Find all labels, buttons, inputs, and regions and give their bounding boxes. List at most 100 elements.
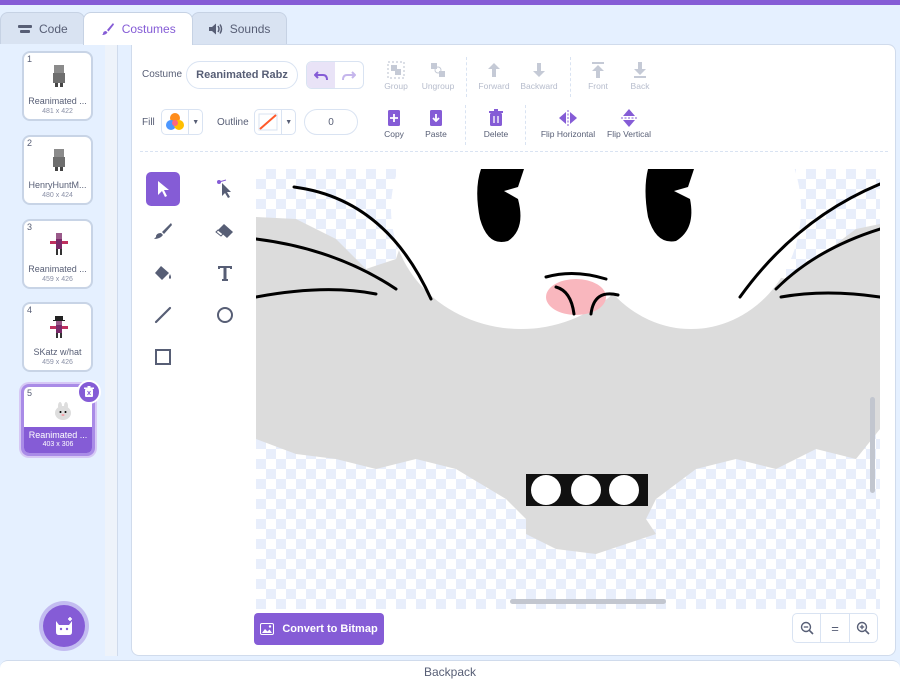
backward-label: Backward [520,81,558,91]
no-outline-icon [258,113,278,131]
tab-label: Sounds [229,21,271,36]
costume-name: Reanimated ... [28,430,88,440]
forward-label: Forward [478,81,510,91]
editor-tabs: Code Costumes Sounds [0,12,288,45]
brush-icon [154,223,172,239]
tab-costumes[interactable]: Costumes [82,12,193,45]
back-icon [634,62,646,78]
text-tool[interactable] [208,256,242,290]
circle-tool[interactable] [208,298,242,332]
canvas-horizontal-scrollbar[interactable] [510,599,666,604]
costume-name: HenryHuntM... [28,180,87,190]
trash-icon [84,386,94,397]
costume-thumbnail [50,233,68,255]
flip-vertical-icon [621,109,637,127]
costume-tile-1[interactable]: 1 Reanimated ... 481 x 422 [22,51,93,121]
costume-thumbnail [50,316,68,338]
tab-sounds[interactable]: Sounds [190,12,288,44]
fill-colors-icon [166,113,185,130]
costume-tile-3[interactable]: 3 Reanimated ... 459 x 426 [22,219,93,289]
flip-horizontal-button[interactable]: Flip Horizontal [536,107,600,145]
flip-vertical-label: Flip Vertical [607,129,651,139]
back-button[interactable]: Back [615,59,665,97]
paint-canvas[interactable] [256,169,880,609]
tab-label: Code [39,21,68,36]
costume-name: Reanimated ... [28,264,87,274]
tab-label: Costumes [121,22,176,36]
costume-size: 480 x 424 [42,192,73,199]
tab-code[interactable]: Code [0,12,85,44]
chevron-down-icon: ▼ [285,118,293,126]
redo-button[interactable] [335,62,363,88]
outline-width-input[interactable]: 0 [304,109,358,135]
costume-list: 1 Reanimated ... 481 x 422 2 HenryHuntM.… [0,44,118,656]
costume-number: 3 [27,222,33,232]
backward-button[interactable]: Backward [514,59,564,97]
delete-costume-button[interactable] [77,380,101,404]
backward-icon [533,63,545,77]
ungroup-icon [431,63,445,77]
separator [465,105,466,145]
reshape-tool[interactable] [208,172,242,206]
fill-label: Fill [142,117,155,128]
undo-redo-group [306,61,364,89]
forward-button[interactable]: Forward [469,59,519,97]
paste-button[interactable]: Paste [411,107,461,145]
costume-name-input[interactable]: Reanimated Rabz [186,61,298,89]
copy-icon [388,110,400,126]
fill-tool[interactable] [146,256,180,290]
costume-number: 2 [27,138,33,148]
reshape-icon [217,179,231,198]
select-tool[interactable] [146,172,180,206]
choose-costume-button[interactable] [43,605,85,647]
fill-color-picker[interactable]: ▼ [161,109,203,135]
flip-vertical-button[interactable]: Flip Vertical [601,107,657,145]
costume-thumbnail [55,402,71,420]
convert-to-bitmap-button[interactable]: Convert to Bitmap [254,613,384,645]
line-icon [154,306,172,324]
eraser-icon [215,224,233,238]
costume-size: 403 x 306 [42,441,74,448]
convert-label: Convert to Bitmap [282,623,378,635]
back-label: Back [630,81,650,91]
undo-icon [314,71,328,81]
eraser-tool[interactable] [208,214,242,248]
costume-number: 4 [27,305,33,315]
costume-size: 459 x 426 [42,276,73,283]
delete-button[interactable]: Delete [471,107,521,145]
undo-button[interactable] [307,62,335,88]
zoom-controls: = [792,613,878,643]
ungroup-button[interactable]: Ungroup [413,59,463,97]
trash-icon [489,109,503,126]
costume-list-scrollbar[interactable] [105,44,117,656]
costume-tile-4[interactable]: 4 SKatz w/hat 459 x 426 [22,302,93,372]
zoom-out-button[interactable] [793,614,822,642]
separator [525,105,526,145]
cat-icon [56,617,72,635]
outline-color-picker[interactable]: ▼ [254,109,296,135]
costume-size: 481 x 422 [42,108,73,115]
costume-number: 5 [27,388,33,398]
code-icon [17,22,33,36]
speaker-icon [208,22,224,36]
brush-tool[interactable] [146,214,180,248]
redo-icon [342,71,356,81]
zoom-out-icon [800,621,814,635]
costume-label: Costume [142,69,183,80]
backpack-panel[interactable]: Backpack [0,660,900,680]
costume-name: Reanimated ... [28,96,87,106]
front-icon [592,62,604,78]
zoom-reset-button[interactable]: = [821,614,850,642]
text-icon [218,266,232,281]
costume-tile-2[interactable]: 2 HenryHuntM... 480 x 424 [22,135,93,205]
line-tool[interactable] [146,298,180,332]
canvas-vertical-scrollbar[interactable] [870,397,875,493]
zoom-in-icon [857,621,870,635]
toolbar-divider [140,151,888,152]
brush-icon [100,22,116,36]
delete-label: Delete [483,129,509,139]
costume-number: 1 [27,54,33,64]
rectangle-tool[interactable] [146,340,180,374]
circle-icon [217,307,233,323]
zoom-in-button[interactable] [850,614,877,642]
